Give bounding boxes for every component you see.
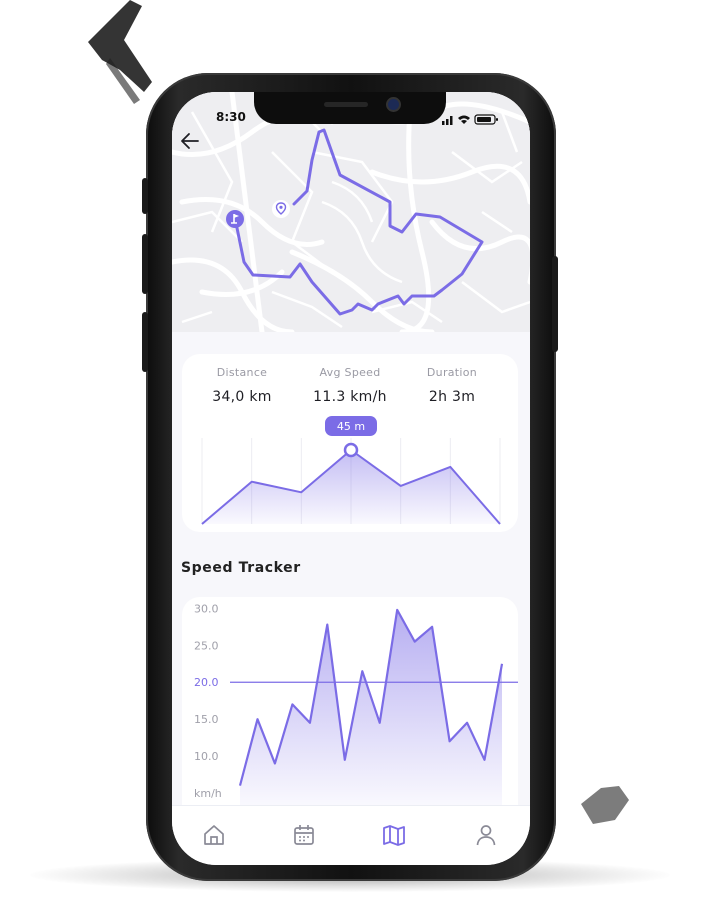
y-unit-label: km/h <box>194 787 222 800</box>
y-tick-label: 15.0 <box>194 713 219 726</box>
notch <box>254 92 446 124</box>
y-tick-label: 25.0 <box>194 639 219 652</box>
home-icon[interactable] <box>201 822 227 848</box>
phone-screen: 8:30 Distance 34,0 km Avg Speed 11.3 km/… <box>172 92 530 865</box>
status-icons <box>442 110 500 129</box>
elevation-chart[interactable]: 45 m <box>182 354 518 532</box>
calendar-icon[interactable] <box>291 822 317 848</box>
elevation-tooltip-text: 45 m <box>337 420 365 433</box>
decorative-shape-top <box>88 0 152 104</box>
signal-wifi-battery-icon <box>442 114 498 125</box>
map-icon[interactable] <box>381 822 407 848</box>
activity-summary-card: Distance 34,0 km Avg Speed 11.3 km/h Dur… <box>182 354 518 532</box>
volume-down-button <box>142 312 148 372</box>
location-pin-icon <box>272 200 290 218</box>
start-flag-icon <box>226 210 244 228</box>
back-arrow-icon[interactable] <box>178 128 204 154</box>
profile-icon[interactable] <box>473 822 499 848</box>
mute-switch <box>142 178 148 214</box>
speaker-grille <box>324 102 368 107</box>
elevation-highlight-point[interactable] <box>343 442 359 458</box>
volume-up-button <box>142 234 148 294</box>
decorative-shape-bottom <box>581 786 629 824</box>
bottom-navigation <box>172 805 530 865</box>
y-tick-label: 20.0 <box>194 676 219 689</box>
y-tick-label: 30.0 <box>194 602 219 615</box>
power-button <box>552 256 558 352</box>
speed-tracker-card: 30.0 25.0 20.0 15.0 10.0 km/h <box>182 597 520 807</box>
y-tick-label: 10.0 <box>194 750 219 763</box>
camera-lens <box>388 99 399 110</box>
speed-tracker-title: Speed Tracker <box>181 560 301 576</box>
status-time: 8:30 <box>216 110 246 124</box>
speed-chart[interactable]: 30.0 25.0 20.0 15.0 10.0 km/h <box>182 597 520 807</box>
speed-area <box>240 609 502 807</box>
